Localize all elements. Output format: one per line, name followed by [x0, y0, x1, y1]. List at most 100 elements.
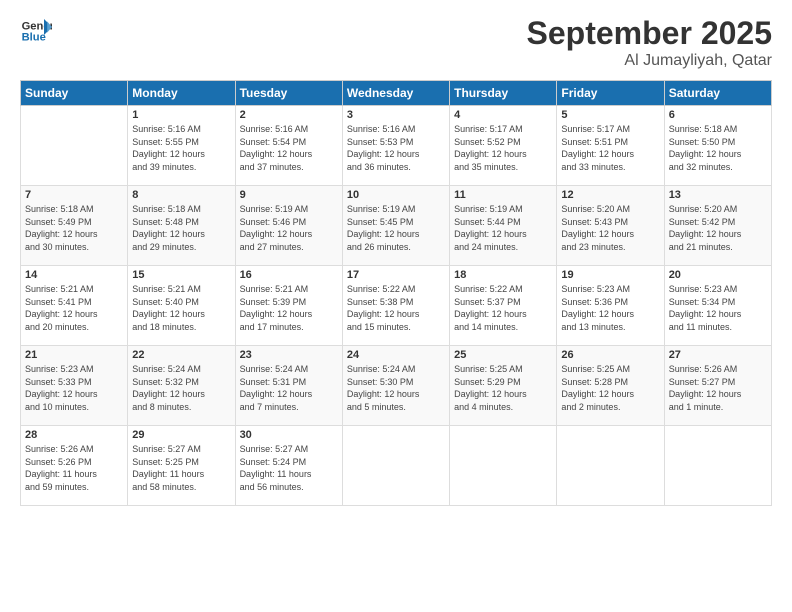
calendar-cell: 11 Sunrise: 5:19 AM Sunset: 5:44 PM Dayli…	[450, 186, 557, 266]
day-number: 4	[454, 109, 552, 121]
calendar-cell: 29 Sunrise: 5:27 AM Sunset: 5:25 PM Dayli…	[128, 426, 235, 506]
day-number: 29	[132, 429, 230, 441]
day-info: Sunrise: 5:17 AM Sunset: 5:51 PM Dayligh…	[561, 123, 659, 173]
day-info: Sunrise: 5:20 AM Sunset: 5:43 PM Dayligh…	[561, 203, 659, 253]
calendar-cell: 3 Sunrise: 5:16 AM Sunset: 5:53 PM Daylig…	[342, 106, 449, 186]
location: Al Jumayliyah, Qatar	[527, 52, 772, 70]
day-header-monday: Monday	[128, 81, 235, 106]
day-number: 12	[561, 189, 659, 201]
calendar-table: SundayMondayTuesdayWednesdayThursdayFrid…	[20, 80, 772, 506]
day-number: 13	[669, 189, 767, 201]
day-number: 10	[347, 189, 445, 201]
day-info: Sunrise: 5:26 AM Sunset: 5:26 PM Dayligh…	[25, 443, 123, 493]
day-info: Sunrise: 5:19 AM Sunset: 5:45 PM Dayligh…	[347, 203, 445, 253]
day-number: 6	[669, 109, 767, 121]
title-block: September 2025 Al Jumayliyah, Qatar	[527, 15, 772, 70]
day-header-wednesday: Wednesday	[342, 81, 449, 106]
day-number: 15	[132, 269, 230, 281]
day-number: 21	[25, 349, 123, 361]
calendar-cell: 21 Sunrise: 5:23 AM Sunset: 5:33 PM Dayli…	[21, 346, 128, 426]
day-info: Sunrise: 5:25 AM Sunset: 5:29 PM Dayligh…	[454, 363, 552, 413]
day-info: Sunrise: 5:23 AM Sunset: 5:33 PM Dayligh…	[25, 363, 123, 413]
calendar-cell	[21, 106, 128, 186]
day-number: 14	[25, 269, 123, 281]
day-info: Sunrise: 5:18 AM Sunset: 5:48 PM Dayligh…	[132, 203, 230, 253]
day-number: 24	[347, 349, 445, 361]
calendar-cell: 10 Sunrise: 5:19 AM Sunset: 5:45 PM Dayli…	[342, 186, 449, 266]
day-info: Sunrise: 5:16 AM Sunset: 5:55 PM Dayligh…	[132, 123, 230, 173]
day-number: 17	[347, 269, 445, 281]
day-header-tuesday: Tuesday	[235, 81, 342, 106]
day-info: Sunrise: 5:22 AM Sunset: 5:38 PM Dayligh…	[347, 283, 445, 333]
calendar-cell	[664, 426, 771, 506]
day-number: 8	[132, 189, 230, 201]
day-header-friday: Friday	[557, 81, 664, 106]
calendar-cell: 14 Sunrise: 5:21 AM Sunset: 5:41 PM Dayli…	[21, 266, 128, 346]
day-header-thursday: Thursday	[450, 81, 557, 106]
calendar-cell	[342, 426, 449, 506]
day-number: 2	[240, 109, 338, 121]
day-number: 26	[561, 349, 659, 361]
month-title: September 2025	[527, 15, 772, 52]
calendar-week-row: 14 Sunrise: 5:21 AM Sunset: 5:41 PM Dayli…	[21, 266, 772, 346]
calendar-cell	[557, 426, 664, 506]
day-number: 28	[25, 429, 123, 441]
calendar-cell: 13Sunrise: 5:20 AM Sunset: 5:42 PM Dayli…	[664, 186, 771, 266]
day-number: 7	[25, 189, 123, 201]
day-number: 16	[240, 269, 338, 281]
day-number: 9	[240, 189, 338, 201]
calendar-cell: 25 Sunrise: 5:25 AM Sunset: 5:29 PM Dayli…	[450, 346, 557, 426]
logo: General Blue	[20, 15, 56, 47]
calendar-cell: 28 Sunrise: 5:26 AM Sunset: 5:26 PM Dayli…	[21, 426, 128, 506]
calendar-cell: 8 Sunrise: 5:18 AM Sunset: 5:48 PM Daylig…	[128, 186, 235, 266]
day-header-saturday: Saturday	[664, 81, 771, 106]
day-number: 23	[240, 349, 338, 361]
calendar-week-row: 21 Sunrise: 5:23 AM Sunset: 5:33 PM Dayli…	[21, 346, 772, 426]
day-info: Sunrise: 5:27 AM Sunset: 5:25 PM Dayligh…	[132, 443, 230, 493]
day-info: Sunrise: 5:21 AM Sunset: 5:41 PM Dayligh…	[25, 283, 123, 333]
calendar-cell: 15Sunrise: 5:21 AM Sunset: 5:40 PM Dayli…	[128, 266, 235, 346]
calendar-cell: 12 Sunrise: 5:20 AM Sunset: 5:43 PM Dayli…	[557, 186, 664, 266]
day-number: 25	[454, 349, 552, 361]
calendar-cell: 20Sunrise: 5:23 AM Sunset: 5:34 PM Dayli…	[664, 266, 771, 346]
day-info: Sunrise: 5:24 AM Sunset: 5:32 PM Dayligh…	[132, 363, 230, 413]
calendar-cell: 4 Sunrise: 5:17 AM Sunset: 5:52 PM Daylig…	[450, 106, 557, 186]
calendar-cell: 27Sunrise: 5:26 AM Sunset: 5:27 PM Dayli…	[664, 346, 771, 426]
day-info: Sunrise: 5:17 AM Sunset: 5:52 PM Dayligh…	[454, 123, 552, 173]
calendar-cell: 7 Sunrise: 5:18 AM Sunset: 5:49 PM Daylig…	[21, 186, 128, 266]
day-info: Sunrise: 5:27 AM Sunset: 5:24 PM Dayligh…	[240, 443, 338, 493]
calendar-cell: 1Sunrise: 5:16 AM Sunset: 5:55 PM Daylig…	[128, 106, 235, 186]
day-info: Sunrise: 5:23 AM Sunset: 5:34 PM Dayligh…	[669, 283, 767, 333]
day-info: Sunrise: 5:18 AM Sunset: 5:49 PM Dayligh…	[25, 203, 123, 253]
day-number: 18	[454, 269, 552, 281]
calendar-body: 1Sunrise: 5:16 AM Sunset: 5:55 PM Daylig…	[21, 106, 772, 506]
calendar-cell: 18 Sunrise: 5:22 AM Sunset: 5:37 PM Dayli…	[450, 266, 557, 346]
day-info: Sunrise: 5:26 AM Sunset: 5:27 PM Dayligh…	[669, 363, 767, 413]
day-info: Sunrise: 5:23 AM Sunset: 5:36 PM Dayligh…	[561, 283, 659, 333]
page: General Blue September 2025 Al Jumayliya…	[0, 0, 792, 612]
calendar-cell: 6Sunrise: 5:18 AM Sunset: 5:50 PM Daylig…	[664, 106, 771, 186]
calendar-cell: 19Sunrise: 5:23 AM Sunset: 5:36 PM Dayli…	[557, 266, 664, 346]
day-info: Sunrise: 5:16 AM Sunset: 5:53 PM Dayligh…	[347, 123, 445, 173]
day-info: Sunrise: 5:19 AM Sunset: 5:46 PM Dayligh…	[240, 203, 338, 253]
day-number: 30	[240, 429, 338, 441]
day-number: 5	[561, 109, 659, 121]
day-info: Sunrise: 5:24 AM Sunset: 5:30 PM Dayligh…	[347, 363, 445, 413]
calendar-cell: 9 Sunrise: 5:19 AM Sunset: 5:46 PM Daylig…	[235, 186, 342, 266]
day-info: Sunrise: 5:24 AM Sunset: 5:31 PM Dayligh…	[240, 363, 338, 413]
logo-icon: General Blue	[20, 15, 52, 47]
svg-text:Blue: Blue	[22, 32, 46, 44]
day-info: Sunrise: 5:16 AM Sunset: 5:54 PM Dayligh…	[240, 123, 338, 173]
day-number: 3	[347, 109, 445, 121]
day-info: Sunrise: 5:25 AM Sunset: 5:28 PM Dayligh…	[561, 363, 659, 413]
day-number: 22	[132, 349, 230, 361]
day-info: Sunrise: 5:21 AM Sunset: 5:39 PM Dayligh…	[240, 283, 338, 333]
calendar-cell: 26 Sunrise: 5:25 AM Sunset: 5:28 PM Dayli…	[557, 346, 664, 426]
day-info: Sunrise: 5:22 AM Sunset: 5:37 PM Dayligh…	[454, 283, 552, 333]
day-info: Sunrise: 5:19 AM Sunset: 5:44 PM Dayligh…	[454, 203, 552, 253]
header: General Blue September 2025 Al Jumayliya…	[20, 15, 772, 70]
calendar-cell: 16 Sunrise: 5:21 AM Sunset: 5:39 PM Dayli…	[235, 266, 342, 346]
calendar-cell: 5 Sunrise: 5:17 AM Sunset: 5:51 PM Daylig…	[557, 106, 664, 186]
day-number: 11	[454, 189, 552, 201]
calendar-cell: 17 Sunrise: 5:22 AM Sunset: 5:38 PM Dayli…	[342, 266, 449, 346]
